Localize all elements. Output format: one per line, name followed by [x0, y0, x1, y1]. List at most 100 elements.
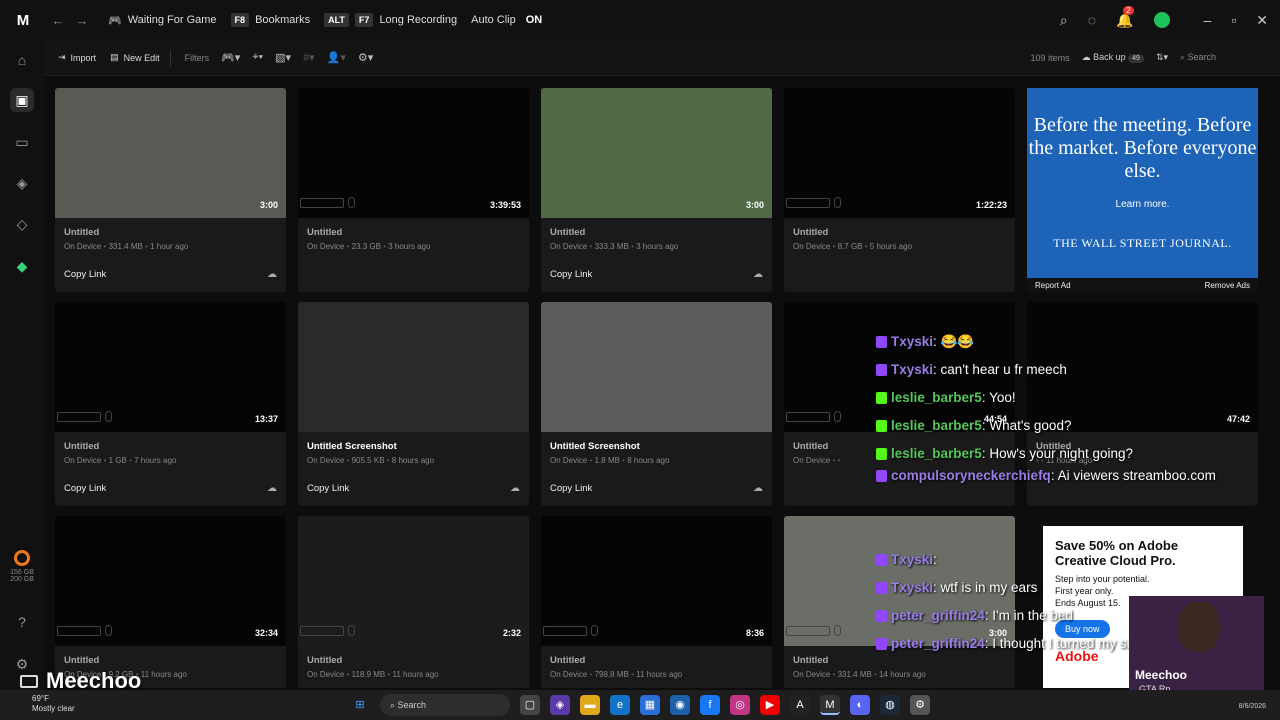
- copy-link-button[interactable]: Copy Link: [550, 269, 592, 280]
- clip-title[interactable]: Untitled: [793, 227, 828, 238]
- help-icon[interactable]: ?: [10, 610, 34, 634]
- clip-thumbnail[interactable]: 8:36: [541, 516, 772, 646]
- windows-start-icon[interactable]: ⊞: [350, 695, 370, 715]
- storage-indicator[interactable]: 156 GB 200 GB: [0, 550, 44, 583]
- ad-cta[interactable]: Learn more.: [1027, 199, 1258, 210]
- search-icon[interactable]: ⌕: [1060, 12, 1068, 29]
- task-view-icon[interactable]: ▢: [520, 695, 540, 715]
- clip-title[interactable]: Untitled Screenshot: [550, 441, 640, 452]
- media-filter-icon[interactable]: ▧▾: [275, 51, 291, 64]
- clip-card[interactable]: 1:22:23 Untitled On Device • 8.7 GB • 5 ho…: [784, 88, 1015, 292]
- bell-icon[interactable]: 🔔 2: [1116, 5, 1134, 29]
- clip-title[interactable]: Untitled: [550, 655, 585, 666]
- store-icon[interactable]: ▦: [640, 695, 660, 715]
- file-explorer-icon[interactable]: ▬: [580, 695, 600, 715]
- tag-filter-icon[interactable]: #▾: [303, 51, 315, 64]
- clip-title[interactable]: Untitled: [550, 227, 585, 238]
- report-ad-link[interactable]: Report Ad: [1035, 281, 1071, 290]
- clip-location: On Device: [307, 456, 345, 465]
- clip-card[interactable]: Untitled Screenshot On Device • 1.8 MB • …: [541, 302, 772, 506]
- clip-thumbnail[interactable]: 13:37: [55, 302, 286, 432]
- app-logo-icon[interactable]: M: [0, 12, 46, 29]
- back-arrow-icon[interactable]: ←: [46, 13, 70, 28]
- clip-title[interactable]: Untitled: [64, 655, 99, 666]
- home-icon[interactable]: ⌂: [10, 48, 34, 72]
- clip-title[interactable]: Untitled: [793, 441, 828, 452]
- maximize-icon[interactable]: ▫: [1231, 12, 1236, 28]
- clip-card[interactable]: 8:36 Untitled On Device • 798.8 MB • 11 ho…: [541, 516, 772, 688]
- ad-banner[interactable]: Before the meeting. Before the market. B…: [1027, 88, 1258, 292]
- app-a-icon[interactable]: A: [790, 695, 810, 715]
- clip-title[interactable]: Untitled: [64, 441, 99, 452]
- user-filter-icon[interactable]: 👤▾: [327, 51, 346, 64]
- sort-icon[interactable]: ⇅▾: [1156, 52, 1168, 63]
- backup-button[interactable]: ☁ Back up 49: [1082, 52, 1144, 63]
- diamond-icon[interactable]: ◇: [10, 212, 34, 236]
- upload-cloud-icon[interactable]: ☁: [267, 269, 277, 280]
- taskbar-search[interactable]: ⌕ Search: [380, 694, 510, 716]
- auto-clip-toggle[interactable]: Auto Clip ON: [471, 14, 542, 26]
- new-edit-button[interactable]: ▤ New Edit: [110, 52, 160, 63]
- import-button[interactable]: ⇥ Import: [58, 52, 96, 63]
- clip-thumbnail[interactable]: 3:00: [541, 88, 772, 218]
- clip-title[interactable]: Untitled: [793, 655, 828, 666]
- search-input[interactable]: ⌕ Search: [1180, 52, 1270, 63]
- clip-thumbnail[interactable]: [541, 302, 772, 432]
- clip-card[interactable]: 3:00 Untitled On Device • 333.3 MB • 3 hou…: [541, 88, 772, 292]
- upload-cloud-icon[interactable]: ☁: [753, 483, 763, 494]
- edge-icon[interactable]: e: [610, 695, 630, 715]
- game-status[interactable]: 🎮 Waiting For Game: [108, 14, 217, 27]
- chat-icon[interactable]: ◌: [1088, 12, 1096, 28]
- clip-card[interactable]: Untitled Screenshot On Device • 905.5 KB …: [298, 302, 529, 506]
- ad-creative[interactable]: Before the meeting. Before the market. B…: [1027, 88, 1258, 278]
- upload-cloud-icon[interactable]: ☁: [753, 269, 763, 280]
- discord-icon[interactable]: ◐: [850, 695, 870, 715]
- clip-title[interactable]: Untitled Screenshot: [307, 441, 397, 452]
- clip-card[interactable]: 32:34 Untitled On Device • 9.2 GB • 11 hou…: [55, 516, 286, 688]
- weather-widget[interactable]: 69°F Mostly clear: [32, 694, 75, 714]
- network-app-icon[interactable]: ◉: [670, 695, 690, 715]
- copy-link-button[interactable]: Copy Link: [307, 483, 349, 494]
- clip-title[interactable]: Untitled: [307, 227, 342, 238]
- clip-thumbnail[interactable]: 3:00: [55, 88, 286, 218]
- clip-thumbnail[interactable]: 1:22:23: [784, 88, 1015, 218]
- clip-thumbnail[interactable]: 2:32: [298, 516, 529, 646]
- clip-card[interactable]: 13:37 Untitled On Device • 1 GB • 7 hours …: [55, 302, 286, 506]
- settings-app-icon[interactable]: ⚙: [910, 695, 930, 715]
- clip-title[interactable]: Untitled: [64, 227, 99, 238]
- chat-message: leslie_barber5: How's your night going?: [876, 444, 1216, 464]
- clip-title[interactable]: Untitled: [307, 655, 342, 666]
- premium-icon[interactable]: ◆: [10, 254, 34, 278]
- clip-card[interactable]: 2:32 Untitled On Device • 118.9 MB • 11 ho…: [298, 516, 529, 688]
- copy-link-button[interactable]: Copy Link: [550, 483, 592, 494]
- clips-icon[interactable]: ▣: [10, 88, 34, 112]
- clip-card[interactable]: 3:39:53 Untitled On Device • 23.3 GB • 3 h…: [298, 88, 529, 292]
- copy-link-button[interactable]: Copy Link: [64, 483, 106, 494]
- clip-thumbnail[interactable]: 3:39:53: [298, 88, 529, 218]
- steam-icon[interactable]: ◍: [880, 695, 900, 715]
- game-filter-icon[interactable]: 🎮▾: [221, 51, 240, 64]
- close-icon[interactable]: ✕: [1256, 12, 1268, 29]
- copy-link-button[interactable]: Copy Link: [64, 269, 106, 280]
- remove-ads-link[interactable]: Remove Ads: [1205, 281, 1250, 290]
- upload-cloud-icon[interactable]: ☁: [267, 483, 277, 494]
- gamepad-icon[interactable]: ◈: [10, 171, 34, 195]
- youtube-icon[interactable]: ▶: [760, 695, 780, 715]
- clip-thumbnail[interactable]: [298, 302, 529, 432]
- avatar[interactable]: [1153, 12, 1170, 28]
- forward-arrow-icon[interactable]: →: [70, 13, 94, 28]
- medal-app-icon[interactable]: M: [820, 695, 840, 715]
- bookmarks-button[interactable]: F8 Bookmarks: [230, 13, 310, 27]
- location-filter-icon[interactable]: ⌖▾: [252, 51, 263, 64]
- long-recording-button[interactable]: ALT F7 Long Recording: [324, 13, 457, 27]
- settings-filter-icon[interactable]: ⚙▾: [358, 51, 373, 64]
- meta-separator: •: [101, 242, 109, 251]
- facebook-icon[interactable]: f: [700, 695, 720, 715]
- instagram-icon[interactable]: ◎: [730, 695, 750, 715]
- clip-card[interactable]: 3:00 Untitled On Device • 331.4 MB • 1 hou…: [55, 88, 286, 292]
- folder-icon[interactable]: ▭: [10, 130, 34, 154]
- minimize-icon[interactable]: –: [1204, 12, 1212, 28]
- clip-thumbnail[interactable]: 32:34: [55, 516, 286, 646]
- upload-cloud-icon[interactable]: ☁: [510, 483, 520, 494]
- copilot-icon[interactable]: ◈: [550, 695, 570, 715]
